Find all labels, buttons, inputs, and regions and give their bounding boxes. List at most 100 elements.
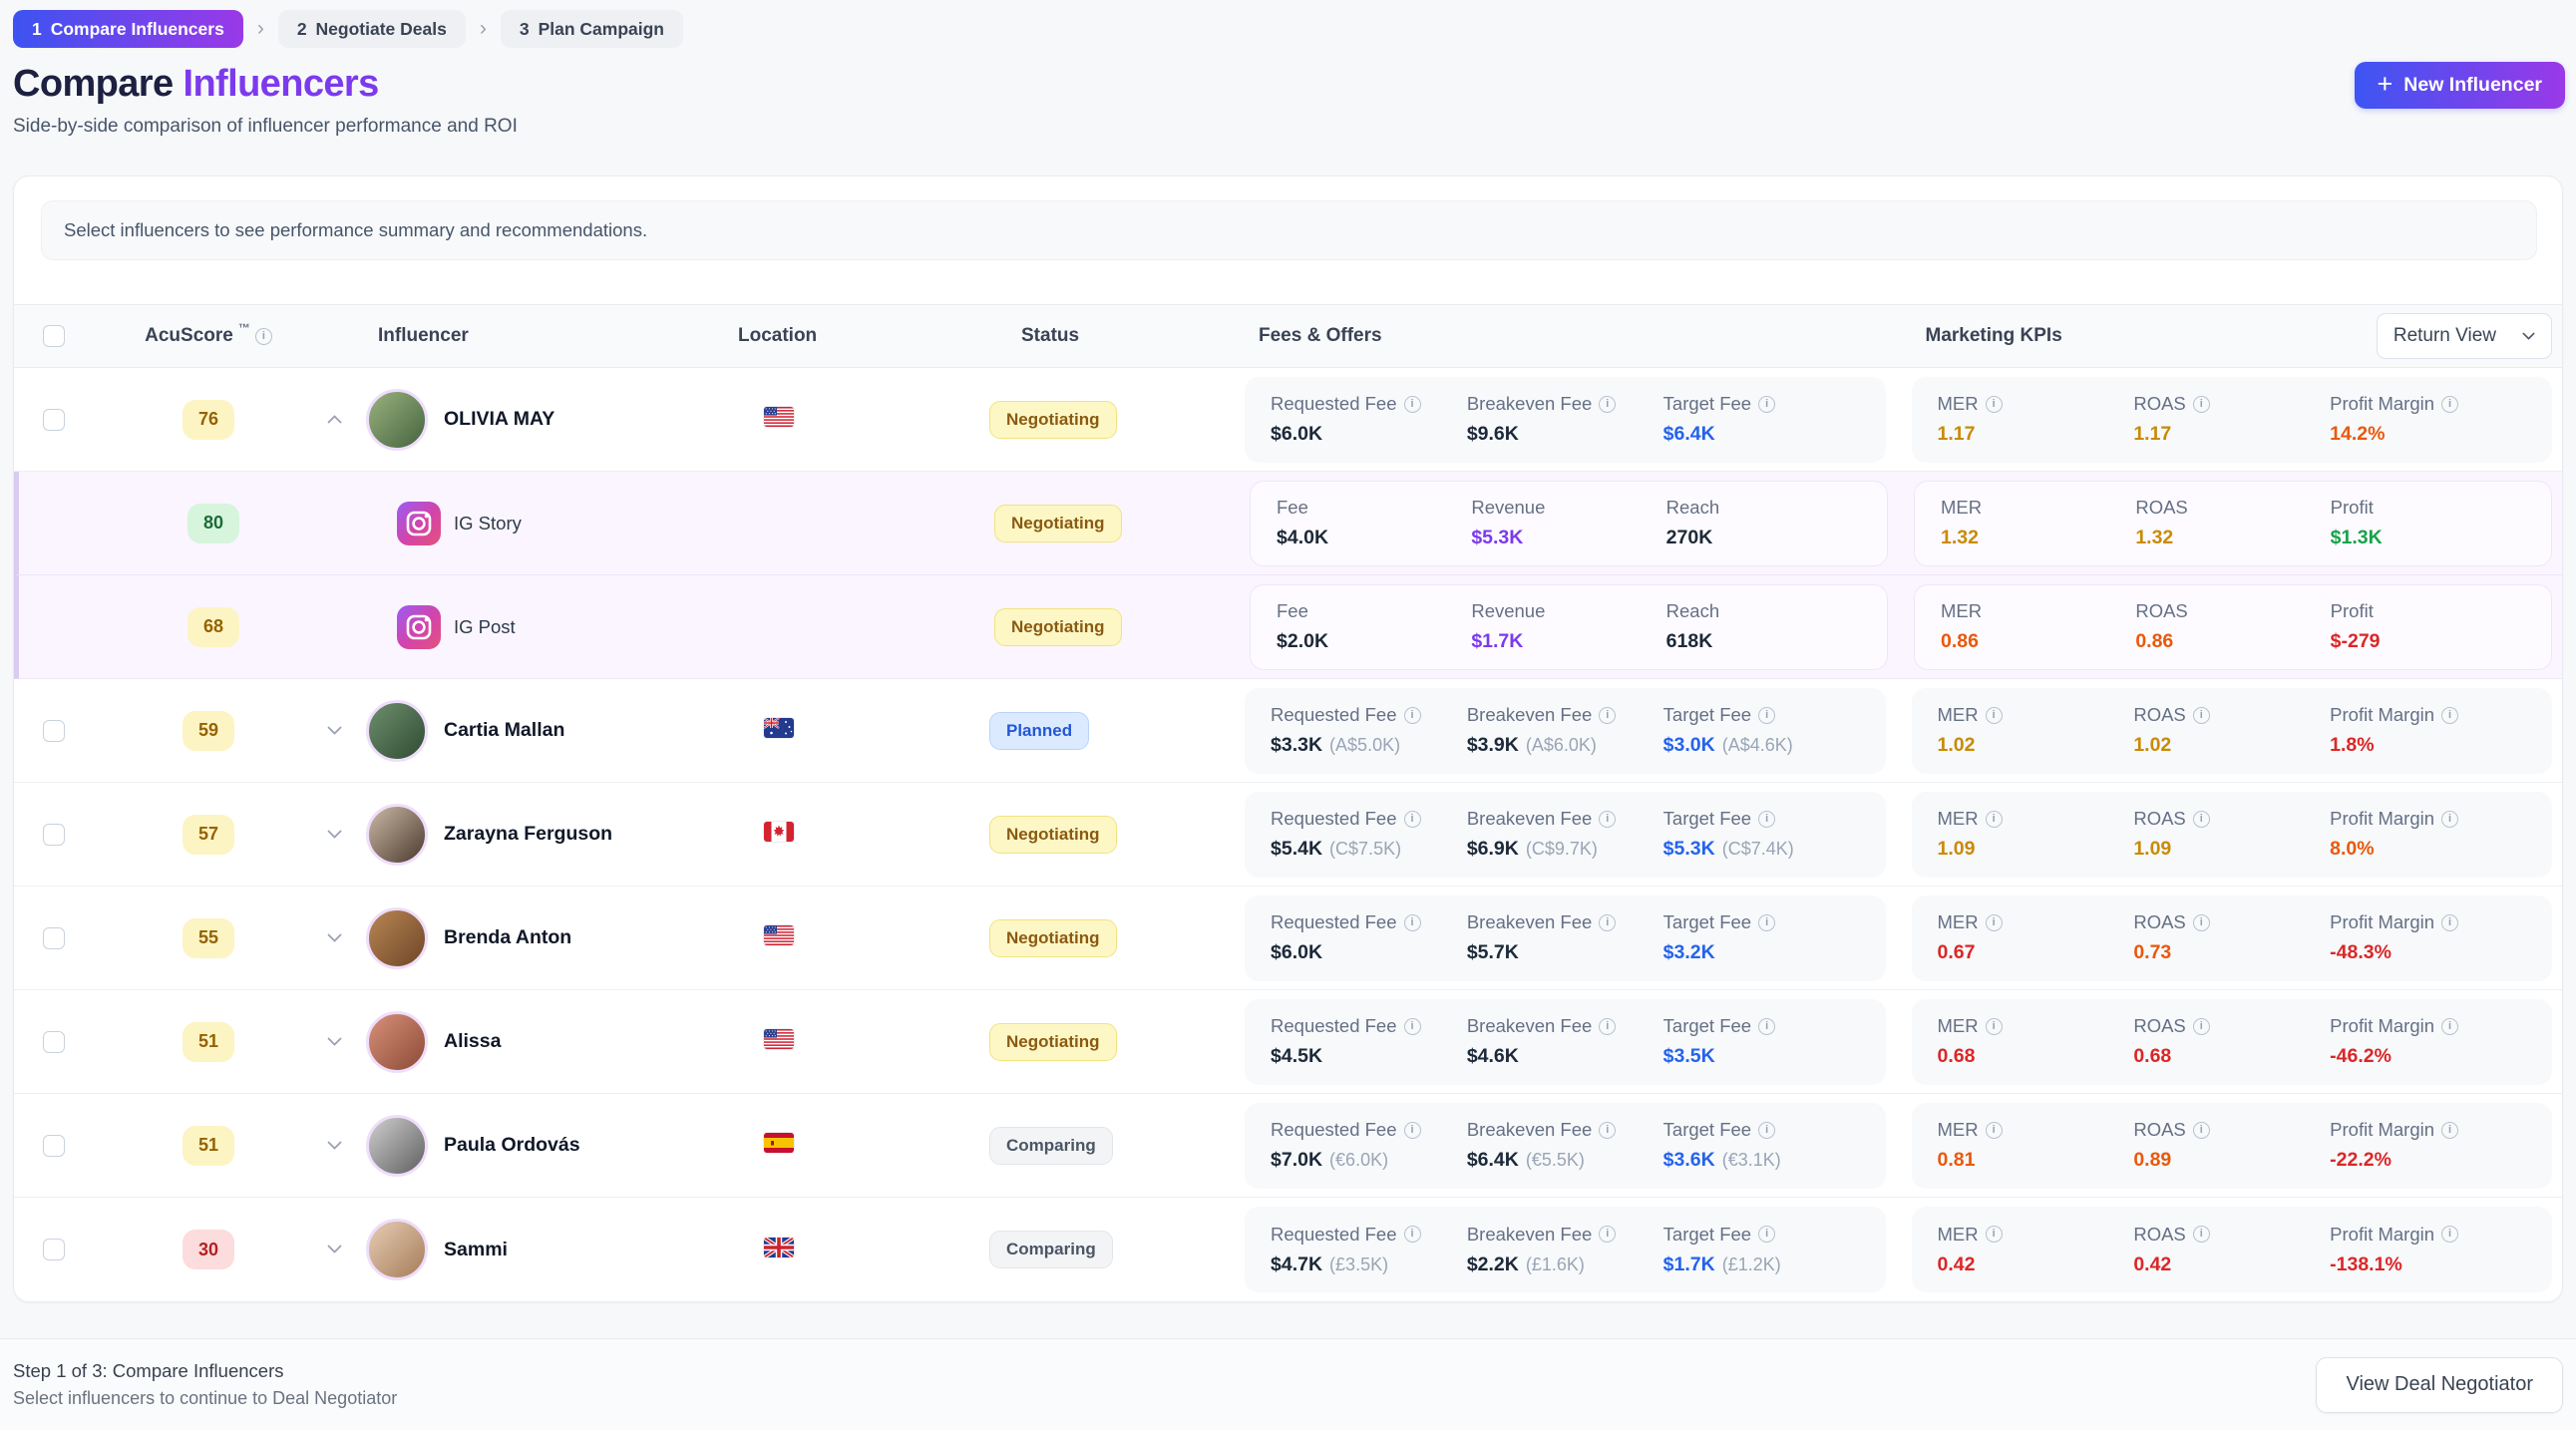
status-badge: Negotiating bbox=[989, 919, 1117, 957]
new-influencer-button[interactable]: + New Influencer bbox=[2355, 62, 2565, 109]
row-checkbox[interactable] bbox=[43, 1239, 65, 1260]
chevron-down-icon[interactable] bbox=[323, 722, 346, 739]
influencer-avatar bbox=[366, 700, 428, 762]
info-icon: i bbox=[1758, 1122, 1775, 1139]
flag-ca-icon bbox=[764, 822, 794, 842]
breadcrumb-step-plan[interactable]: 3 Plan Campaign bbox=[501, 10, 683, 48]
row-checkbox[interactable] bbox=[43, 409, 65, 431]
kpis-card: MERi1.09ROASi1.09Profit Margini8.0% bbox=[1912, 792, 2553, 878]
influencer-avatar bbox=[366, 804, 428, 866]
row-checkbox[interactable] bbox=[43, 927, 65, 949]
info-icon: i bbox=[1599, 1122, 1616, 1139]
metric-label: Fee bbox=[1277, 497, 1308, 519]
chevron-down-icon[interactable] bbox=[323, 1033, 346, 1050]
metric-subvalue: (A$4.6K) bbox=[1722, 735, 1793, 756]
row-checkbox[interactable] bbox=[43, 824, 65, 846]
influencer-row[interactable]: 51AlissaNegotiatingRequested Feei$4.5KBr… bbox=[14, 990, 2562, 1094]
chevron-down-icon[interactable] bbox=[323, 1241, 346, 1257]
info-icon: i bbox=[1404, 396, 1421, 413]
info-icon: i bbox=[1986, 1018, 2003, 1035]
kpis-card: MERi0.81ROASi0.89Profit Margini-22.2% bbox=[1912, 1103, 2553, 1189]
breadcrumb-separator: › bbox=[257, 17, 264, 41]
column-status: Status bbox=[971, 325, 1245, 347]
breadcrumb-step-negotiate[interactable]: 2 Negotiate Deals bbox=[278, 10, 466, 48]
metric-value: 270K bbox=[1666, 527, 1713, 549]
row-checkbox[interactable] bbox=[43, 1031, 65, 1053]
metric-value: 1.02 bbox=[1938, 734, 1976, 757]
metric-value: 0.86 bbox=[2135, 630, 2173, 653]
metric-label: MER bbox=[1938, 1224, 1979, 1246]
influencer-row[interactable]: 55Brenda AntonNegotiatingRequested Feei$… bbox=[14, 887, 2562, 990]
plus-icon: + bbox=[2378, 71, 2393, 98]
influencer-row[interactable]: 76OLIVIA MAYNegotiatingRequested Feei$6.… bbox=[14, 368, 2562, 472]
flag-us-icon bbox=[764, 925, 794, 945]
step-number: 1 bbox=[32, 19, 42, 40]
view-deal-negotiator-button[interactable]: View Deal Negotiator bbox=[2316, 1357, 2563, 1413]
return-view-dropdown[interactable]: Return View bbox=[2377, 313, 2552, 359]
instagram-icon bbox=[397, 605, 441, 649]
status-badge: Negotiating bbox=[994, 608, 1122, 646]
metric-label: Requested Fee bbox=[1271, 808, 1397, 830]
metric-value: $9.6K bbox=[1467, 423, 1519, 446]
metric-subvalue: (A$5.0K) bbox=[1329, 735, 1400, 756]
fees-card: Fee$2.0KRevenue$1.7KReach618K bbox=[1250, 584, 1888, 670]
influencer-row[interactable]: 51Paula OrdovásComparingRequested Feei$7… bbox=[14, 1094, 2562, 1198]
metric-subvalue: (€5.5K) bbox=[1526, 1150, 1585, 1171]
acuscore-badge: 80 bbox=[187, 504, 239, 543]
kpis-card: MER0.86ROAS0.86Profit$-279 bbox=[1914, 584, 2552, 670]
row-checkbox[interactable] bbox=[43, 720, 65, 742]
breadcrumb-step-compare[interactable]: 1 Compare Influencers bbox=[13, 10, 243, 48]
metric-label: MER bbox=[1938, 911, 1979, 933]
placement-row[interactable]: 80IG StoryNegotiatingFee$4.0KRevenue$5.3… bbox=[14, 472, 2562, 575]
select-all-checkbox[interactable] bbox=[43, 325, 65, 347]
metric-subvalue: (C$9.7K) bbox=[1526, 839, 1598, 860]
info-icon: i bbox=[2441, 396, 2458, 413]
info-icon: i bbox=[2193, 914, 2210, 931]
metric-label: Profit bbox=[2331, 497, 2374, 519]
influencer-avatar bbox=[366, 389, 428, 451]
metric-label: Revenue bbox=[1471, 600, 1545, 622]
table-body: 76OLIVIA MAYNegotiatingRequested Feei$6.… bbox=[14, 368, 2562, 1301]
placement-label: IG Story bbox=[454, 513, 522, 535]
metric-value: $1.7K bbox=[1471, 630, 1523, 653]
info-icon: i bbox=[2193, 707, 2210, 724]
metric-label: Target Fee bbox=[1663, 1015, 1751, 1037]
metric-value: 0.68 bbox=[1938, 1045, 1976, 1068]
metric-label: Target Fee bbox=[1663, 1224, 1751, 1246]
info-icon: i bbox=[1758, 1018, 1775, 1035]
kpis-card: MERi0.68ROASi0.68Profit Margini-46.2% bbox=[1912, 999, 2553, 1085]
trademark-symbol: ™ bbox=[238, 321, 250, 335]
influencer-row[interactable]: 30SammiComparingRequested Feei$4.7K(£3.5… bbox=[14, 1198, 2562, 1301]
metric-label: Target Fee bbox=[1663, 393, 1751, 415]
metric-value: $-279 bbox=[2331, 630, 2381, 653]
info-icon: i bbox=[1986, 396, 2003, 413]
row-checkbox[interactable] bbox=[43, 1135, 65, 1157]
metric-value: $6.9K bbox=[1467, 838, 1519, 861]
info-icon: i bbox=[1404, 914, 1421, 931]
info-icon: i bbox=[1404, 811, 1421, 828]
chevron-down-icon[interactable] bbox=[323, 826, 346, 843]
chevron-up-icon[interactable] bbox=[323, 411, 346, 428]
influencer-name: Brenda Anton bbox=[444, 926, 571, 949]
metric-label: ROAS bbox=[2133, 1119, 2185, 1141]
kpis-card: MERi1.02ROASi1.02Profit Margini1.8% bbox=[1912, 688, 2553, 774]
metric-label: MER bbox=[1938, 704, 1979, 726]
metric-value: 0.86 bbox=[1941, 630, 1979, 653]
acuscore-badge: 51 bbox=[183, 1126, 234, 1166]
metric-label: Reach bbox=[1666, 600, 1719, 622]
placement-row[interactable]: 68IG PostNegotiatingFee$2.0KRevenue$1.7K… bbox=[14, 575, 2562, 679]
metric-value: $1.7K bbox=[1663, 1253, 1715, 1276]
metric-subvalue: (€6.0K) bbox=[1329, 1150, 1388, 1171]
info-icon: i bbox=[1986, 914, 2003, 931]
metric-label: Breakeven Fee bbox=[1467, 704, 1592, 726]
influencer-row[interactable]: 59Cartia MallanPlannedRequested Feei$3.3… bbox=[14, 679, 2562, 783]
info-icon: i bbox=[1599, 707, 1616, 724]
influencer-avatar bbox=[366, 907, 428, 969]
chevron-down-icon[interactable] bbox=[323, 1137, 346, 1154]
influencer-row[interactable]: 57Zarayna FergusonNegotiatingRequested F… bbox=[14, 783, 2562, 887]
influencer-name: Sammi bbox=[444, 1239, 508, 1261]
info-icon: i bbox=[1758, 914, 1775, 931]
step-label: Compare Influencers bbox=[51, 19, 224, 40]
chevron-down-icon[interactable] bbox=[323, 929, 346, 946]
info-icon: i bbox=[2193, 1122, 2210, 1139]
